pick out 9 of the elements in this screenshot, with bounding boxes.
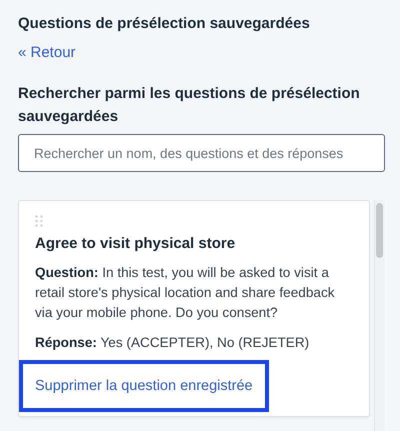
answer-text: Réponse: Yes (ACCEPTER), No (REJETER) xyxy=(35,334,310,352)
question-name: Agree to visit physical store xyxy=(35,235,236,253)
question-text: Question: In this test, you will be asked to visit a retail store's physical location and share feedback via your mobile phone. Do you consent? xyxy=(35,264,336,322)
search-field[interactable]: Rechercher un nom, des questions et des réponses xyxy=(18,134,385,172)
back-link[interactable]: « Retour xyxy=(18,44,76,62)
page-title: Questions de présélection sauvegardées xyxy=(18,15,311,33)
scrollbar[interactable] xyxy=(374,200,385,431)
drag-handle-icon[interactable] xyxy=(35,215,43,227)
search-label: Rechercher parmi les questions de présélection sauvegardées xyxy=(18,84,361,127)
